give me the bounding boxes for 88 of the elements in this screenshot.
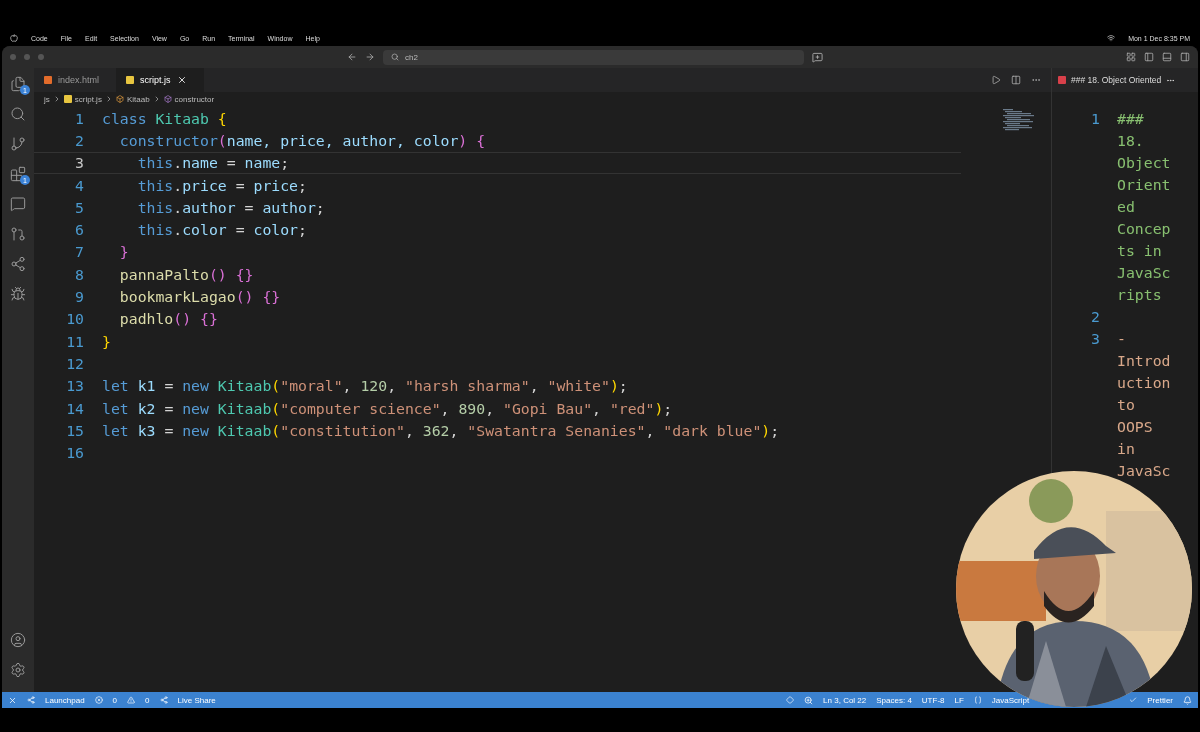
sidebar-icon[interactable]: [1144, 52, 1154, 62]
code-line: pannaPalto() {}: [118, 265, 254, 283]
line-number: 4: [74, 176, 85, 194]
search-field[interactable]: ch2: [383, 49, 804, 65]
error-icon[interactable]: [94, 696, 103, 704]
code-line: this.name = name;: [136, 154, 290, 172]
launchpad-icon[interactable]: [27, 696, 35, 704]
code-line: bookmarkLagao() {}: [118, 288, 281, 305]
line-number: 9: [74, 288, 85, 305]
line-number: 3: [74, 154, 85, 172]
debug-icon[interactable]: [10, 286, 26, 302]
bell-icon[interactable]: [1183, 695, 1192, 705]
line-number: 7: [74, 243, 85, 261]
braces-icon[interactable]: [973, 696, 982, 704]
pull-request-icon[interactable]: [10, 226, 26, 242]
line-number: 13: [65, 377, 85, 395]
line-number: 12: [65, 354, 85, 372]
code-line: padhlo() {}: [118, 310, 218, 328]
file-icon: [44, 76, 52, 84]
preview-text: ### 18. Object Oriented Concepts in JavaScripts: [1117, 109, 1172, 305]
line-number: 5: [74, 198, 85, 216]
prettier-item[interactable]: Prettier: [1147, 695, 1173, 705]
close-icon[interactable]: [176, 75, 187, 85]
search-icon[interactable]: [10, 106, 26, 122]
breadcrumb-item[interactable]: script.js: [74, 94, 102, 104]
breadcrumb-item[interactable]: Kitaab: [126, 94, 150, 104]
code-line: let k2 = new Kitaab("computer science", 890, "Gopi Bau", "red");: [102, 399, 673, 417]
live-share-item[interactable]: Live Share: [177, 695, 216, 705]
line-number: 10: [65, 310, 85, 328]
file-icon: [63, 95, 72, 103]
check-icon[interactable]: [1129, 696, 1138, 704]
preview-text: - Introduction to OOPS in JavaSc: [1117, 329, 1172, 481]
search-icon: [391, 53, 399, 61]
code-line: this.author = author;: [136, 198, 325, 216]
split-icon[interactable]: [1011, 75, 1021, 85]
panel-icon[interactable]: [1162, 52, 1172, 62]
file-icon: [1058, 76, 1066, 84]
file-icon: [126, 76, 134, 84]
class-icon: [115, 95, 124, 103]
file-tab[interactable]: script.js: [116, 68, 204, 92]
code-line: }: [102, 332, 111, 350]
remote-icon[interactable]: [8, 695, 17, 705]
share-icon[interactable]: [159, 696, 168, 704]
apple-icon: [10, 34, 18, 42]
line-number: 11: [65, 332, 85, 350]
line-number: 6: [74, 221, 85, 239]
sidebar-icon[interactable]: [1180, 52, 1190, 62]
line-number: 1: [74, 109, 85, 127]
code-line: this.color = color;: [136, 221, 307, 239]
line-number: 14: [65, 399, 85, 417]
account-icon[interactable]: [10, 632, 26, 648]
run-icon[interactable]: [991, 75, 1001, 85]
zoom-icon[interactable]: [804, 695, 814, 705]
chat-icon[interactable]: [812, 51, 823, 63]
method-icon: [163, 95, 172, 103]
breadcrumb-item[interactable]: constructor: [174, 94, 215, 104]
code-line: class Kitaab {: [102, 109, 227, 127]
warning-icon[interactable]: [127, 696, 136, 704]
code-line: this.price = price;: [136, 176, 307, 194]
line-number: 8: [74, 265, 85, 283]
line-number: 15: [65, 421, 85, 439]
layout-icon[interactable]: [1126, 52, 1136, 62]
chat-icon[interactable]: [10, 196, 26, 212]
line-number: 3: [1090, 329, 1101, 349]
forward-icon[interactable]: [365, 52, 375, 62]
share-icon[interactable]: [10, 256, 26, 272]
code-line: let k3 = new Kitaab("constitution", 362, "Swatantra Senanies", "dark blue");: [102, 421, 780, 439]
cursor-position[interactable]: Ln 3, Col 22: [823, 695, 867, 705]
code-line: constructor(name, price, author, color) {: [118, 131, 486, 149]
code-line: }: [118, 243, 129, 261]
back-icon[interactable]: [347, 52, 357, 62]
encoding-item[interactable]: UTF-8: [921, 695, 945, 705]
preview-tab[interactable]: ### 18. Object Oriented: [1052, 68, 1198, 92]
code-line: let k1 = new Kitaab("moral", 120, "harsh sharma", "white");: [102, 377, 628, 395]
warning-count[interactable]: 0: [145, 695, 150, 705]
settings-icon[interactable]: [10, 662, 26, 678]
line-number: 2: [1090, 307, 1101, 327]
line-number: 1: [1090, 109, 1101, 129]
launchpad-item[interactable]: Launchpad: [45, 695, 85, 705]
breadcrumb-item[interactable]: js: [44, 94, 50, 104]
line-number: 16: [65, 444, 85, 462]
source-control-icon[interactable]: [10, 136, 26, 152]
wifi-icon: [1107, 34, 1116, 42]
line-ending-item[interactable]: LF: [954, 695, 964, 705]
line-number: 2: [74, 131, 85, 149]
error-count[interactable]: 0: [112, 695, 118, 705]
language-item[interactable]: JavaScript: [991, 695, 1030, 705]
indentation-item[interactable]: Spaces: 4: [876, 695, 912, 705]
